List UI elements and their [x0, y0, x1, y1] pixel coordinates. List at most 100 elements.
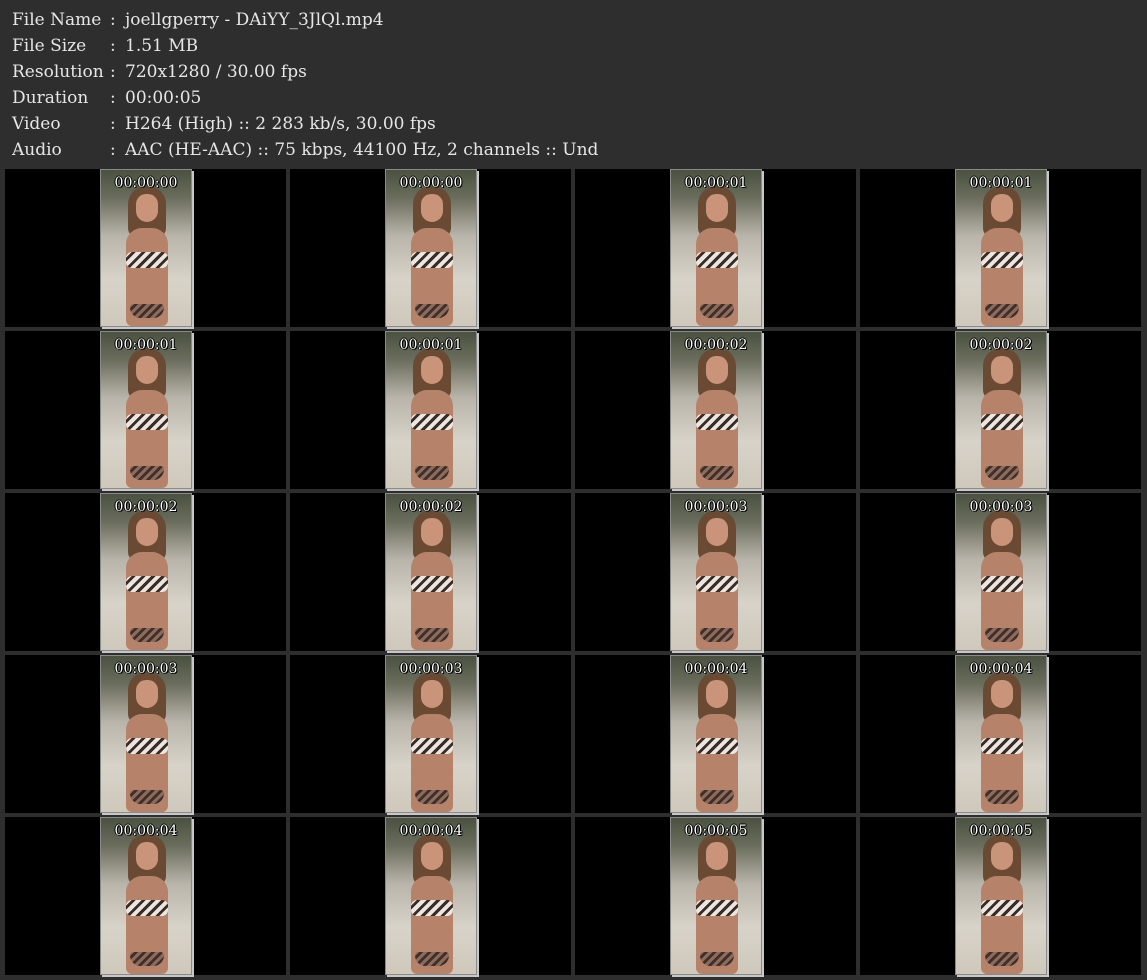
frame-timestamp: 00:00:04 — [399, 823, 463, 839]
thumbnail-cell[interactable]: 00:00:00 — [5, 169, 286, 327]
frame-timestamp: 00:00:04 — [114, 823, 178, 839]
metadata-row-video: Video : H264 (High) :: 2 283 kb/s, 30.00… — [12, 111, 1132, 137]
frame-shape — [411, 252, 453, 268]
frame-illustration — [386, 656, 476, 812]
thumbnail-cell[interactable]: 00:00:01 — [575, 169, 856, 327]
frame-shape — [415, 952, 449, 966]
frame-timestamp: 00:00:04 — [969, 661, 1033, 677]
video-frame-thumbnail: 00:00:02 — [385, 493, 477, 651]
thumbnail-cell[interactable]: 00:00:05 — [575, 817, 856, 975]
frame-shape — [696, 900, 738, 916]
frame-timestamp: 00:00:03 — [399, 661, 463, 677]
metadata-row-resolution: Resolution : 720x1280 / 30.00 fps — [12, 59, 1132, 85]
video-frame-thumbnail: 00:00:00 — [385, 169, 477, 327]
metadata-row-file-size: File Size : 1.51 MB — [12, 33, 1132, 59]
video-frame-thumbnail: 00:00:02 — [100, 493, 192, 651]
frame-shape — [981, 576, 1023, 592]
frame-shape — [136, 680, 158, 708]
frame-shape — [130, 628, 164, 642]
frame-timestamp: 00:00:03 — [114, 661, 178, 677]
frame-shape — [700, 628, 734, 642]
frame-shape — [706, 842, 728, 870]
frame-shape — [136, 356, 158, 384]
frame-shape — [126, 414, 168, 430]
thumbnail-cell[interactable]: 00:00:03 — [860, 493, 1141, 651]
metadata-value: AAC (HE-AAC) :: 75 kbps, 44100 Hz, 2 cha… — [125, 140, 599, 160]
frame-timestamp: 00:00:05 — [969, 823, 1033, 839]
thumbnail-cell[interactable]: 00:00:01 — [5, 331, 286, 489]
frame-timestamp: 00:00:04 — [684, 661, 748, 677]
metadata-value: 720x1280 / 30.00 fps — [125, 62, 307, 82]
video-frame-thumbnail: 00:00:04 — [670, 655, 762, 813]
frame-shape — [126, 252, 168, 268]
video-frame-thumbnail: 00:00:04 — [100, 817, 192, 975]
frame-shape — [991, 194, 1013, 222]
frame-shape — [985, 628, 1019, 642]
frame-shape — [981, 414, 1023, 430]
metadata-separator: : — [110, 114, 116, 134]
frame-shape — [985, 790, 1019, 804]
thumbnail-cell[interactable]: 00:00:04 — [575, 655, 856, 813]
frame-shape — [130, 466, 164, 480]
metadata-key: Duration — [12, 88, 89, 108]
frame-illustration — [956, 494, 1046, 650]
frame-shape — [130, 952, 164, 966]
thumbnail-cell[interactable]: 00:00:05 — [860, 817, 1141, 975]
metadata-key: Audio — [12, 140, 62, 160]
frame-shape — [985, 952, 1019, 966]
frame-shape — [700, 952, 734, 966]
frame-timestamp: 00:00:02 — [684, 337, 748, 353]
frame-shape — [985, 304, 1019, 318]
frame-timestamp: 00:00:05 — [684, 823, 748, 839]
metadata-value: 1.51 MB — [125, 36, 199, 56]
frame-shape — [985, 466, 1019, 480]
metadata-separator: : — [110, 10, 116, 30]
frame-timestamp: 00:00:03 — [969, 499, 1033, 515]
frame-illustration — [101, 818, 191, 974]
frame-shape — [421, 194, 443, 222]
video-frame-thumbnail: 00:00:05 — [955, 817, 1047, 975]
video-frame-thumbnail: 00:00:00 — [100, 169, 192, 327]
thumbnail-cell[interactable]: 00:00:03 — [575, 493, 856, 651]
video-frame-thumbnail: 00:00:02 — [670, 331, 762, 489]
thumbnail-cell[interactable]: 00:00:01 — [860, 169, 1141, 327]
thumbnail-cell[interactable]: 00:00:04 — [860, 655, 1141, 813]
frame-shape — [700, 304, 734, 318]
thumbnail-cell[interactable]: 00:00:01 — [290, 331, 571, 489]
frame-shape — [415, 466, 449, 480]
metadata-key: File Size — [12, 36, 87, 56]
frame-shape — [696, 738, 738, 754]
frame-illustration — [956, 170, 1046, 326]
frame-shape — [415, 628, 449, 642]
frame-illustration — [671, 332, 761, 488]
frame-shape — [126, 738, 168, 754]
thumbnail-cell[interactable]: 00:00:02 — [860, 331, 1141, 489]
metadata-value: H264 (High) :: 2 283 kb/s, 30.00 fps — [125, 114, 436, 134]
frame-shape — [700, 466, 734, 480]
thumbnail-cell[interactable]: 00:00:03 — [5, 655, 286, 813]
frame-illustration — [386, 332, 476, 488]
frame-shape — [130, 304, 164, 318]
frame-shape — [696, 576, 738, 592]
frame-timestamp: 00:00:01 — [969, 175, 1033, 191]
thumbnail-cell[interactable]: 00:00:02 — [575, 331, 856, 489]
metadata-separator: : — [110, 88, 116, 108]
thumbnail-cell[interactable]: 00:00:00 — [290, 169, 571, 327]
thumbnail-cell[interactable]: 00:00:04 — [5, 817, 286, 975]
thumbnail-cell[interactable]: 00:00:03 — [290, 655, 571, 813]
thumbnail-cell[interactable]: 00:00:02 — [5, 493, 286, 651]
frame-shape — [991, 680, 1013, 708]
frame-illustration — [671, 170, 761, 326]
thumbnail-cell[interactable]: 00:00:02 — [290, 493, 571, 651]
frame-shape — [421, 518, 443, 546]
frame-shape — [981, 738, 1023, 754]
frame-shape — [415, 790, 449, 804]
thumbnail-cell[interactable]: 00:00:04 — [290, 817, 571, 975]
frame-illustration — [386, 494, 476, 650]
frame-shape — [415, 304, 449, 318]
frame-shape — [136, 842, 158, 870]
metadata-value: joellgperry - DAiYY_3JlQl.mp4 — [125, 10, 384, 30]
thumbnail-grid: 00:00:00 00:00:00 00:00:01 00:00:01 00:0… — [5, 169, 1142, 977]
frame-illustration — [671, 818, 761, 974]
frame-timestamp: 00:00:02 — [399, 499, 463, 515]
